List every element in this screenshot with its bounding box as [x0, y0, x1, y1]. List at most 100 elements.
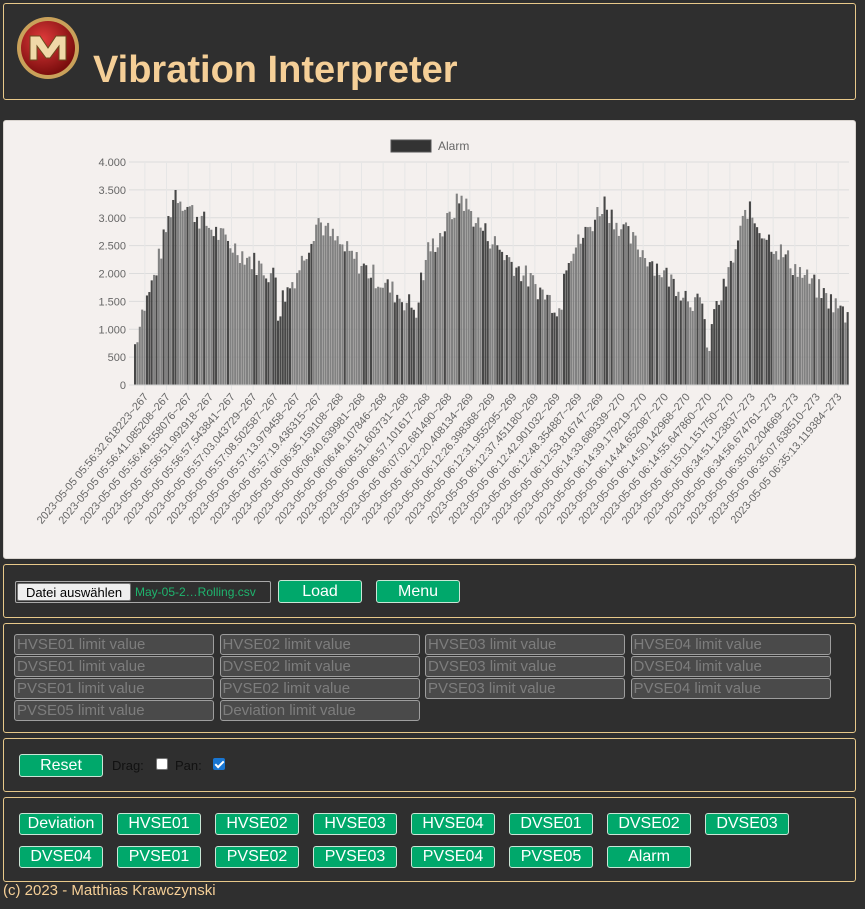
- y-tick-label: 1.500: [98, 296, 126, 308]
- alarm-bar: [186, 206, 189, 385]
- alarm-bar: [634, 235, 637, 385]
- legend-swatch: [390, 139, 432, 153]
- alarm-bar: [458, 203, 461, 385]
- series-button-hvse04[interactable]: HVSE04: [411, 813, 495, 835]
- alarm-bar: [589, 226, 592, 385]
- series-button-pvse03[interactable]: PVSE03: [313, 846, 397, 868]
- menu-button[interactable]: Menu: [376, 580, 460, 603]
- alarm-bar: [713, 309, 716, 385]
- alarm-bar: [563, 273, 566, 385]
- series-button-alarm[interactable]: Alarm: [607, 846, 691, 868]
- limit-input[interactable]: DVSE04 limit value: [630, 656, 831, 677]
- limit-input[interactable]: Deviation limit value: [219, 700, 420, 721]
- alarm-bar: [732, 262, 735, 385]
- alarm-bar: [524, 265, 527, 385]
- limit-input[interactable]: PVSE04 limit value: [630, 678, 831, 699]
- limit-input[interactable]: PVSE02 limit value: [219, 678, 420, 699]
- limit-input[interactable]: DVSE03 limit value: [425, 656, 625, 677]
- alarm-bar: [298, 270, 301, 385]
- alarm-bar: [365, 265, 368, 385]
- alarm-bar: [360, 265, 363, 385]
- alarm-bar: [655, 263, 659, 385]
- alarm-bar: [741, 215, 744, 385]
- alarm-bar: [481, 230, 485, 385]
- alarm-bar: [362, 263, 365, 385]
- alarm-bar: [560, 309, 563, 385]
- series-button-dvse03[interactable]: DVSE03: [705, 813, 789, 835]
- series-button-dvse02[interactable]: DVSE02: [607, 813, 691, 835]
- alarm-bar: [679, 300, 682, 385]
- alarm-bar: [610, 209, 613, 385]
- alarm-bar: [410, 307, 413, 385]
- alarm-bar: [369, 277, 373, 385]
- alarm-bar: [310, 243, 313, 385]
- alarm-bar: [348, 250, 351, 385]
- alarm-bar: [358, 273, 361, 385]
- alarm-bar: [806, 269, 809, 385]
- limit-input[interactable]: HVSE04 limit value: [630, 634, 831, 655]
- alarm-bar: [150, 280, 153, 385]
- alarm-bar: [493, 236, 496, 385]
- limit-input[interactable]: HVSE02 limit value: [219, 634, 420, 655]
- alarm-bar: [462, 210, 465, 385]
- alarm-bar: [677, 291, 680, 385]
- series-button-dvse01[interactable]: DVSE01: [509, 813, 593, 835]
- limit-input[interactable]: DVSE02 limit value: [219, 656, 420, 677]
- alarm-bar: [813, 274, 816, 385]
- alarm-bar: [229, 248, 232, 385]
- series-button-dvse04[interactable]: DVSE04: [19, 846, 103, 868]
- load-button[interactable]: Load: [278, 580, 362, 603]
- alarm-bar: [510, 261, 513, 385]
- series-button-hvse01[interactable]: HVSE01: [117, 813, 201, 835]
- alarm-bar: [665, 267, 668, 385]
- alarm-bar: [579, 243, 582, 385]
- alarm-bar: [224, 234, 227, 385]
- alarm-bar: [379, 287, 382, 385]
- limit-input[interactable]: PVSE01 limit value: [14, 678, 214, 699]
- limit-input[interactable]: HVSE03 limit value: [425, 634, 625, 655]
- alarm-bar: [827, 308, 830, 385]
- alarm-bar: [846, 312, 849, 385]
- alarm-bar: [720, 300, 723, 385]
- pan-checkbox[interactable]: [213, 758, 225, 770]
- series-button-pvse02[interactable]: PVSE02: [215, 846, 299, 868]
- alarm-bar: [157, 248, 160, 385]
- limit-input[interactable]: DVSE01 limit value: [14, 656, 214, 677]
- series-button-pvse04[interactable]: PVSE04: [411, 846, 495, 868]
- alarm-bar: [312, 241, 315, 385]
- series-button-pvse05[interactable]: PVSE05: [509, 846, 593, 868]
- alarm-bar: [324, 225, 327, 385]
- limit-input[interactable]: HVSE01 limit value: [14, 634, 214, 655]
- series-button-pvse01[interactable]: PVSE01: [117, 846, 201, 868]
- alarm-bar: [434, 251, 437, 385]
- alarm-bar: [787, 250, 790, 385]
- alarm-bar: [703, 319, 706, 385]
- alarm-bar: [265, 278, 268, 385]
- file-input[interactable]: Datei auswählen May-05-2…Rolling.csv: [15, 581, 271, 603]
- alarm-bar: [682, 297, 685, 385]
- alarm-bar: [503, 260, 506, 385]
- choose-file-button[interactable]: Datei auswählen: [17, 583, 131, 601]
- drag-checkbox[interactable]: [156, 758, 168, 770]
- chart-panel[interactable]: 0 500 1.000 1.500 2.000 2.500 3.000 3.500 4.000 2…: [3, 120, 856, 559]
- alarm-bar: [841, 306, 844, 385]
- series-button-hvse02[interactable]: HVSE02: [215, 813, 299, 835]
- alarm-bar: [234, 243, 237, 385]
- series-button-hvse03[interactable]: HVSE03: [313, 813, 397, 835]
- alarm-bar: [501, 251, 504, 385]
- reset-button[interactable]: Reset: [19, 754, 103, 777]
- alarm-bar: [303, 260, 306, 385]
- alarm-bar: [162, 229, 165, 385]
- alarm-bar: [648, 262, 651, 385]
- limit-input[interactable]: PVSE03 limit value: [425, 678, 625, 699]
- alarm-bar: [327, 222, 330, 385]
- alarm-bar: [746, 218, 749, 385]
- limit-input[interactable]: PVSE05 limit value: [14, 700, 214, 721]
- alarm-bar: [539, 287, 542, 385]
- series-button-deviation[interactable]: Deviation: [19, 813, 103, 835]
- y-tick-label: 3.000: [98, 213, 126, 225]
- alarm-bar: [424, 259, 427, 385]
- alarm-bar: [274, 277, 277, 385]
- alarm-bar-chart[interactable]: 05001.0001.5002.0002.5003.0003.5004.0002…: [4, 121, 855, 558]
- alarm-bar: [837, 308, 840, 385]
